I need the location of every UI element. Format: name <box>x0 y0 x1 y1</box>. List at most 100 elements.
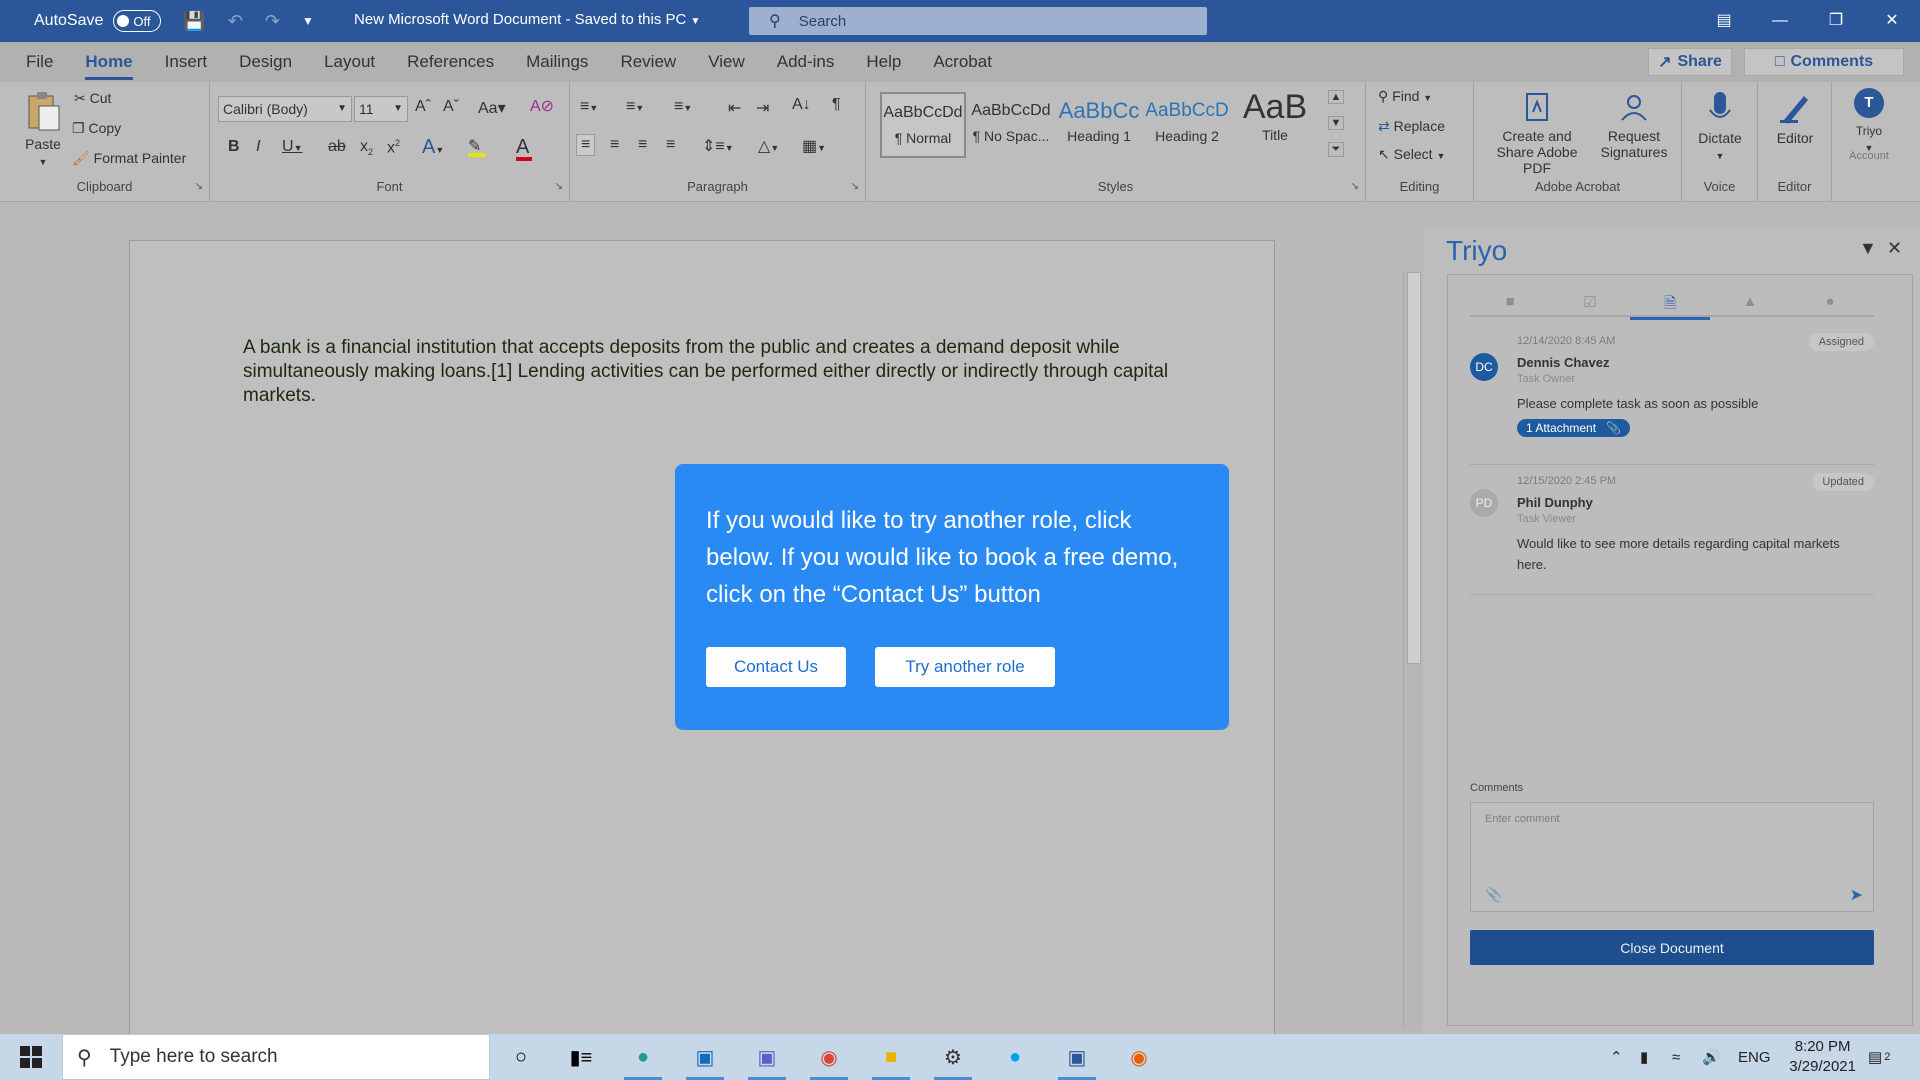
shading-icon[interactable]: △▼ <box>758 136 779 156</box>
dictate-button[interactable]: Dictate ▼ <box>1688 90 1752 162</box>
pane-close-icon[interactable]: ✕ <box>1887 238 1902 259</box>
request-signatures-button[interactable]: Request Signatures <box>1594 92 1674 160</box>
dialog-launcher-icon[interactable]: ↘ <box>195 181 203 192</box>
styles-scroll-down-icon[interactable]: ▼ <box>1328 116 1344 130</box>
styles-more-icon[interactable]: ⏷ <box>1328 142 1344 157</box>
italic-icon[interactable]: I <box>256 138 260 156</box>
dialog-launcher-icon[interactable]: ↘ <box>1351 181 1359 192</box>
style-no-spacing[interactable]: AaBbCcDd ¶ No Spac... <box>968 92 1054 158</box>
font-size-select[interactable]: 11 ▼ <box>354 96 408 122</box>
taskbar-search[interactable]: ⚲ Type here to search <box>62 1034 490 1080</box>
volume-icon[interactable]: 🔊 <box>1702 1034 1721 1080</box>
numbering-icon[interactable]: ≡▼ <box>626 98 644 116</box>
show-hidden-icons[interactable]: ⌃ <box>1610 1034 1623 1080</box>
tab-mailings[interactable]: Mailings <box>510 52 604 82</box>
document-search-icon[interactable]: 🗎 <box>1630 293 1710 320</box>
font-family-select[interactable]: Calibri (Body) ▼ <box>218 96 352 122</box>
tab-insert[interactable]: Insert <box>149 52 224 82</box>
contact-us-button[interactable]: Contact Us <box>706 647 846 687</box>
tab-help[interactable]: Help <box>850 52 917 82</box>
attachment-pill[interactable]: 1 Attachment 📎 <box>1517 419 1630 437</box>
style-title[interactable]: AaB Title <box>1232 88 1318 158</box>
user-icon[interactable]: ● <box>1790 293 1870 310</box>
editor-button[interactable]: Editor <box>1764 90 1826 146</box>
paste-button[interactable]: Paste ▼ <box>18 90 68 168</box>
autosave-toggle[interactable]: Off <box>113 10 162 32</box>
document-title[interactable]: New Microsoft Word Document - Saved to t… <box>354 11 700 28</box>
settings-icon[interactable]: ⚙ <box>926 1034 980 1080</box>
bold-icon[interactable]: B <box>228 138 240 156</box>
font-color-icon[interactable]: A <box>516 136 532 161</box>
task-icon[interactable]: ☑ <box>1550 293 1630 311</box>
highlight-icon[interactable]: ✎ <box>468 136 486 157</box>
tab-file[interactable]: File <box>10 52 69 82</box>
wifi-icon[interactable]: ≈ <box>1672 1034 1680 1080</box>
scrollbar-thumb[interactable] <box>1407 272 1421 664</box>
comments-button[interactable]: □ Comments <box>1744 48 1904 76</box>
shrink-font-icon[interactable]: Aˇ <box>443 98 459 116</box>
undo-icon[interactable]: ↶ <box>228 11 243 32</box>
skype-icon[interactable]: ● <box>988 1034 1042 1080</box>
close-document-button[interactable]: Close Document <box>1470 930 1874 965</box>
styles-scroll-up-icon[interactable]: ▲ <box>1328 90 1344 104</box>
ribbon-display-options-icon[interactable]: ▤ <box>1696 0 1752 42</box>
word-icon[interactable]: ▣ <box>1050 1034 1104 1080</box>
edge-icon[interactable]: ● <box>616 1034 670 1080</box>
send-icon[interactable]: ➤ <box>1850 885 1863 905</box>
share-button[interactable]: ↗ Share <box>1648 48 1732 76</box>
customize-quick-access-icon[interactable]: ▼ <box>302 14 314 28</box>
multilevel-list-icon[interactable]: ≡▼ <box>674 98 692 116</box>
folder-icon[interactable]: ■ <box>1470 293 1550 310</box>
pane-options-icon[interactable]: ▼ <box>1859 238 1877 259</box>
restore-icon[interactable]: ❐ <box>1808 0 1864 42</box>
change-case-icon[interactable]: Aa▾ <box>478 98 506 118</box>
select-button[interactable]: ↖ Select ▼ <box>1378 146 1445 163</box>
superscript-icon[interactable]: x2 <box>387 138 400 157</box>
line-spacing-icon[interactable]: ⇕≡▼ <box>702 136 734 156</box>
strikethrough-icon[interactable]: ab <box>328 138 346 156</box>
tab-design[interactable]: Design <box>223 52 308 82</box>
comment-input[interactable]: Enter comment 📎 ➤ <box>1470 802 1874 912</box>
notifications-button[interactable]: ▤ 2 <box>1868 1034 1890 1080</box>
dialog-launcher-icon[interactable]: ↘ <box>555 181 563 192</box>
file-explorer-icon[interactable]: ■ <box>864 1034 918 1080</box>
align-center-icon[interactable]: ≡ <box>610 136 619 154</box>
tab-home[interactable]: Home <box>69 52 148 82</box>
bell-icon[interactable]: ▲ <box>1710 293 1790 310</box>
save-icon[interactable]: 💾 <box>183 11 205 32</box>
tab-references[interactable]: References <box>391 52 510 82</box>
tab-add-ins[interactable]: Add-ins <box>761 52 851 82</box>
minimize-icon[interactable]: — <box>1752 0 1808 42</box>
tab-layout[interactable]: Layout <box>308 52 391 82</box>
text-effects-icon[interactable]: A▼ <box>422 136 444 159</box>
tab-view[interactable]: View <box>692 52 761 82</box>
redo-icon[interactable]: ↷ <box>265 11 280 32</box>
style-heading-2[interactable]: AaBbCcD Heading 2 <box>1144 92 1230 158</box>
increase-indent-icon[interactable]: ⇥ <box>756 98 769 118</box>
paperclip-icon[interactable]: 📎 <box>1485 886 1502 903</box>
align-left-icon[interactable]: ≡ <box>576 134 596 156</box>
close-icon[interactable]: ✕ <box>1864 0 1920 42</box>
account-button[interactable]: T Triyo ▼ <box>1838 88 1900 154</box>
clear-formatting-icon[interactable]: A⊘ <box>530 96 554 116</box>
create-share-pdf-button[interactable]: Create and Share Adobe PDF <box>1482 92 1592 176</box>
show-formatting-marks-icon[interactable]: ¶ <box>832 96 841 114</box>
task-view-icon[interactable]: ▮≡ <box>554 1034 608 1080</box>
align-right-icon[interactable]: ≡ <box>638 136 647 154</box>
tab-review[interactable]: Review <box>604 52 692 82</box>
language-indicator[interactable]: ENG <box>1738 1034 1771 1080</box>
search-box[interactable]: ⚲ Search <box>749 7 1207 35</box>
style-heading-1[interactable]: AaBbCc Heading 1 <box>1056 92 1142 158</box>
replace-button[interactable]: ⇄ Replace <box>1378 118 1445 135</box>
teams-icon[interactable]: ▣ <box>740 1034 794 1080</box>
document-body-text[interactable]: A bank is a financial institution that a… <box>243 336 1183 408</box>
chrome-icon[interactable]: ◉ <box>802 1034 856 1080</box>
format-painter-button[interactable]: 🖌 Format Painter <box>72 150 186 167</box>
find-button[interactable]: ⚲ Find ▼ <box>1378 88 1432 105</box>
outlook-icon[interactable]: ▣ <box>678 1034 732 1080</box>
sort-icon[interactable]: A↓ <box>792 96 811 114</box>
tab-acrobat[interactable]: Acrobat <box>917 52 1008 82</box>
grow-font-icon[interactable]: Aˆ <box>415 98 431 116</box>
decrease-indent-icon[interactable]: ⇤ <box>728 98 741 118</box>
battery-icon[interactable]: ▮ <box>1640 1034 1648 1080</box>
